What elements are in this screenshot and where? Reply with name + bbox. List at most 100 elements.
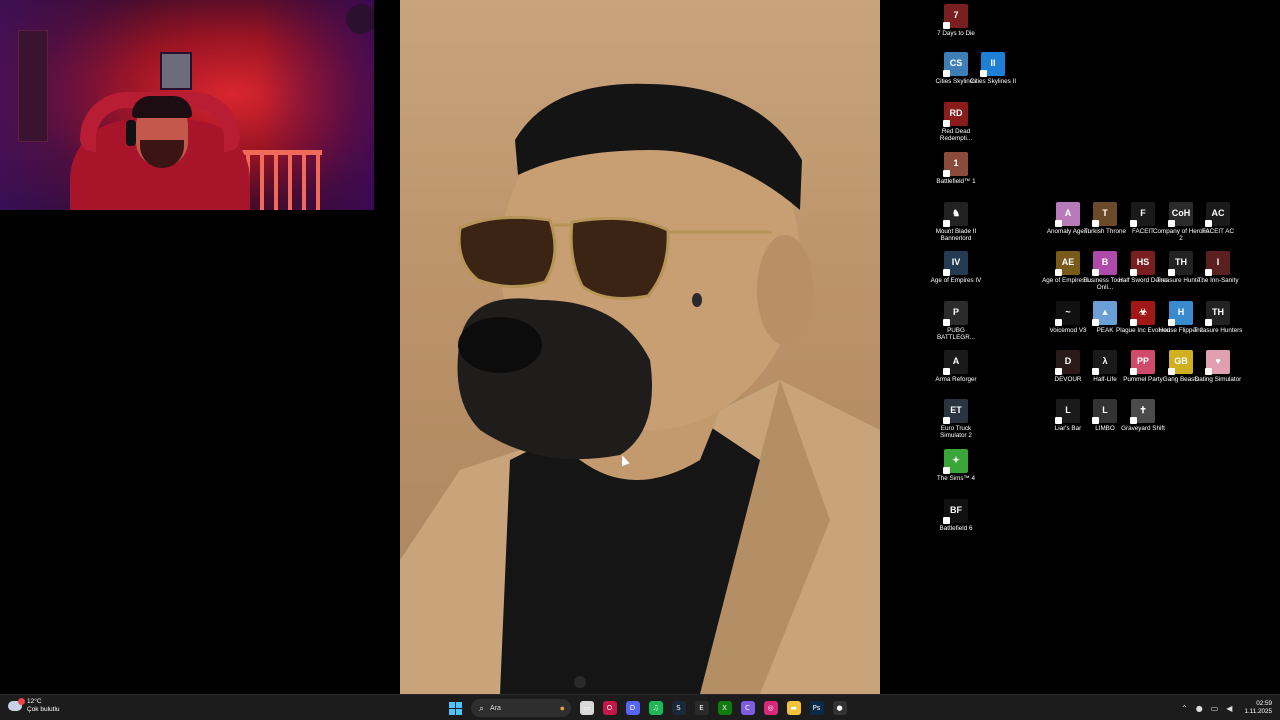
shortcut-arrow-icon <box>980 70 987 77</box>
desktop-shortcut-label: FACEIT AC <box>1201 228 1235 235</box>
microphone-icon[interactable]: ● <box>1196 704 1203 713</box>
webcam-wall-clock <box>346 4 374 34</box>
streamer-hair <box>132 96 192 118</box>
taskbar-search[interactable]: ⌕ Ara ● <box>471 699 571 717</box>
shortcut-arrow-icon <box>1055 368 1062 375</box>
desktop-shortcut[interactable]: ♞ Mount Blade II Bannerlord <box>928 202 984 243</box>
shortcut-arrow-icon <box>1205 269 1212 276</box>
obs-icon: ● <box>832 701 847 715</box>
desktop-shortcut[interactable]: ET Euro Truck Simulator 2 <box>928 399 984 440</box>
weather-widget[interactable]: 12°C Çok bulutlu <box>8 698 60 714</box>
app-icon: λ <box>1092 350 1117 375</box>
taskbar-app-photoshop[interactable]: Ps <box>808 699 826 717</box>
shortcut-arrow-icon <box>943 368 950 375</box>
desktop-shortcut-label: Age of Empires IV <box>930 277 982 284</box>
app-icon: PP <box>1130 350 1155 375</box>
search-highlight-icon: ● <box>559 703 565 713</box>
desktop-shortcut-label: Red Dead Redempti... <box>939 128 973 143</box>
shortcut-arrow-icon <box>1092 269 1099 276</box>
taskbar: 12°C Çok bulutlu ⌕ Ara ● ▭ O D ♫ S E X C ◎ ▬ Ps ● ⌃… <box>0 694 1280 720</box>
volume-icon[interactable]: ◀ <box>1226 704 1232 713</box>
app-icon: IV <box>943 251 968 276</box>
shortcut-arrow-icon <box>1055 417 1062 424</box>
desktop-shortcut[interactable]: ✝ Graveyard Shift <box>1115 399 1171 432</box>
copilot-icon: C <box>740 701 755 715</box>
desktop-shortcut-label: Dating Simulator <box>1194 376 1242 383</box>
app-icon: B <box>1092 251 1117 276</box>
desktop-shortcut[interactable]: I The Inn-Sanity <box>1190 251 1246 284</box>
chevron-up-icon[interactable]: ⌃ <box>1181 704 1188 713</box>
shortcut-arrow-icon <box>1168 319 1175 326</box>
desktop-shortcut[interactable]: BF Battlefield 6 <box>928 499 984 532</box>
shortcut-arrow-icon <box>1168 220 1175 227</box>
taskbar-app-folder[interactable]: ▬ <box>785 699 803 717</box>
shortcut-arrow-icon <box>1130 417 1137 424</box>
taskbar-app-opera-gx[interactable]: O <box>601 699 619 717</box>
taskbar-app-spotify[interactable]: ♫ <box>647 699 665 717</box>
shortcut-arrow-icon <box>1130 319 1137 326</box>
taskbar-app-obs[interactable]: ● <box>831 699 849 717</box>
shortcut-arrow-icon <box>1092 220 1099 227</box>
desktop-shortcut-label: Mount Blade II Bannerlord <box>935 228 977 243</box>
xbox-icon: X <box>717 701 732 715</box>
desktop-shortcut[interactable]: TH Treasure Hunters <box>1190 301 1246 334</box>
app-icon: A <box>943 350 968 375</box>
app-icon: BF <box>943 499 968 524</box>
desktop-shortcut[interactable]: II Cities Skylines II <box>965 52 1021 85</box>
taskbar-app-list: ▭ O D ♫ S E X C ◎ ▬ Ps ● <box>575 699 851 717</box>
shortcut-arrow-icon <box>1168 368 1175 375</box>
shortcut-arrow-icon <box>943 417 950 424</box>
app-icon: 1 <box>943 152 968 177</box>
desktop-shortcut[interactable]: ♥ Dating Simulator <box>1190 350 1246 383</box>
desktop-shortcut-label: 7 Days to Die <box>937 30 975 37</box>
taskbar-app-instagram[interactable]: ◎ <box>762 699 780 717</box>
desktop-shortcut[interactable]: A Arma Reforger <box>928 350 984 383</box>
folder-icon: ▬ <box>786 701 801 715</box>
desktop-shortcut[interactable]: RD Red Dead Redempti... <box>928 102 984 143</box>
search-icon: ⌕ <box>479 702 485 713</box>
headset-icon <box>126 120 136 146</box>
desktop-shortcut[interactable]: 77 Days to Die <box>928 4 984 37</box>
shortcut-arrow-icon <box>943 120 950 127</box>
taskbar-app-steam[interactable]: S <box>670 699 688 717</box>
photoshop-icon: Ps <box>809 701 824 715</box>
desktop-shortcut[interactable]: AC FACEIT AC <box>1190 202 1246 235</box>
app-icon: II <box>980 52 1005 77</box>
clock-date: 1.11.2025 <box>1244 708 1272 715</box>
webcam-shelf <box>18 30 48 142</box>
start-button[interactable] <box>447 699 465 717</box>
network-icon[interactable]: ▭ <box>1211 704 1219 713</box>
app-icon: TH <box>1205 301 1230 326</box>
taskbar-clock[interactable]: 02:59 1.11.2025 <box>1244 700 1272 716</box>
desktop-shortcut-label: Cities Skylines II <box>969 78 1017 85</box>
desktop-shortcut[interactable]: ✦ The Sims™ 4 <box>928 449 984 482</box>
desktop-shortcut[interactable]: 1 Battlefield™ 1 <box>928 152 984 185</box>
shortcut-arrow-icon <box>1205 220 1212 227</box>
shortcut-arrow-icon <box>1130 368 1137 375</box>
shortcut-arrow-icon <box>943 22 950 29</box>
desktop-shortcut[interactable]: P PUBG BATTLEGR... <box>928 301 984 342</box>
steam-icon: S <box>671 701 686 715</box>
taskbar-app-epic-games[interactable]: E <box>693 699 711 717</box>
spotify-icon: ♫ <box>648 701 663 715</box>
instagram-icon: ◎ <box>763 701 778 715</box>
desktop-shortcut-label: PUBG BATTLEGR... <box>936 327 976 342</box>
taskbar-app-xbox[interactable]: X <box>716 699 734 717</box>
shortcut-arrow-icon <box>1205 319 1212 326</box>
app-icon: ☣ <box>1130 301 1155 326</box>
weather-temperature: 12°C <box>27 698 42 705</box>
taskbar-app-file-explorer-view[interactable]: ▭ <box>578 699 596 717</box>
taskbar-app-copilot[interactable]: C <box>739 699 757 717</box>
shortcut-arrow-icon <box>943 269 950 276</box>
app-icon: ▲ <box>1092 301 1117 326</box>
shortcut-arrow-icon <box>1055 220 1062 227</box>
desktop-shortcut-label: Battlefield™ 1 <box>936 178 976 185</box>
shortcut-arrow-icon <box>943 170 950 177</box>
shortcut-arrow-icon <box>1168 269 1175 276</box>
clock-time: 02:59 <box>1256 700 1272 707</box>
file-explorer-view-icon: ▭ <box>579 701 594 715</box>
shortcut-arrow-icon <box>1092 368 1099 375</box>
desktop-shortcut[interactable]: IV Age of Empires IV <box>928 251 984 284</box>
taskbar-app-discord[interactable]: D <box>624 699 642 717</box>
search-placeholder: Ara <box>490 704 501 712</box>
